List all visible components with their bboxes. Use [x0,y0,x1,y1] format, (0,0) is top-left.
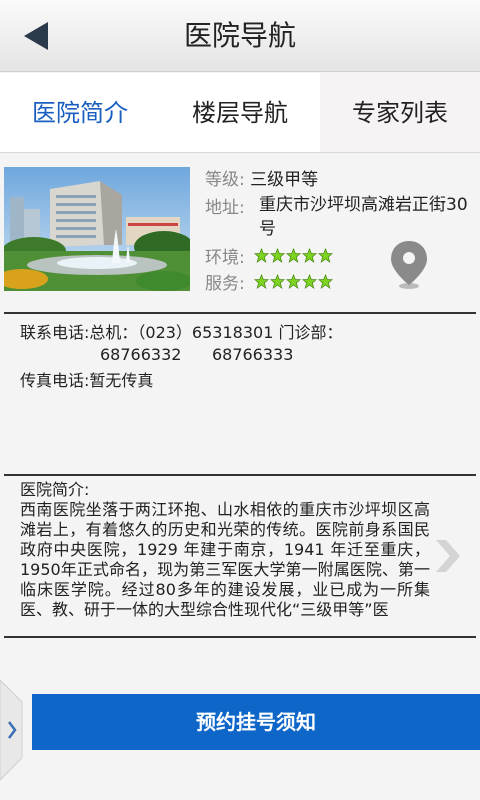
phone-line: 联系电话:总机：（023）65318301 门诊部： [20,323,343,342]
divider [4,312,476,314]
map-pin-icon[interactable] [388,239,430,291]
chevron-right-icon[interactable] [432,536,462,576]
environment-row: 环境: [205,243,334,268]
service-rating [254,273,334,294]
level-value: 三级甲等 [250,170,319,190]
hospital-photo [4,167,190,291]
star-icon [302,273,318,290]
star-icon [254,273,270,290]
star-icon [318,247,334,264]
divider [4,636,476,638]
phone-numbers: 68766332 68766333 [100,345,294,364]
tab-hospital-intro[interactable]: 医院简介 [0,73,160,152]
intro-heading: 医院简介: [20,480,90,499]
divider [4,474,476,476]
star-icon [286,247,302,264]
address-label: 地址: [205,193,245,218]
booking-notice-button[interactable]: 预约挂号须知 [32,694,480,750]
star-icon [318,273,334,290]
service-label: 服务: [205,274,245,294]
title-bar: 医院导航 [0,0,480,72]
star-icon [286,273,302,290]
environment-rating [254,247,334,268]
environment-label: 环境: [205,248,245,268]
intro-text: 西南医院坐落于两江环抱、山水相依的重庆市沙坪坝区高滩岩上，有着悠久的历史和光荣的… [20,500,430,619]
fax-line: 传真电话:暂无传真 [20,371,154,390]
level-label: 等级: [205,170,245,190]
address-value: 重庆市沙坪坝高滩岩正街30号 [259,195,468,239]
level-row: 等级: 三级甲等 [205,165,318,190]
tab-bar: 医院简介 楼层导航 专家列表 [0,73,480,153]
drawer-handle[interactable] [0,679,30,781]
service-row: 服务: [205,269,334,294]
star-icon [270,273,286,290]
contact-section: 联系电话:总机：（023）65318301 门诊部： 68766332 6876… [20,322,460,392]
star-icon [270,247,286,264]
hospital-info: 等级: 三级甲等 地址: 重庆市沙坪坝高滩岩正街30号 环境: 服务: [0,153,480,313]
tab-expert-list[interactable]: 专家列表 [320,73,480,152]
address-label-text: 地址: [205,198,245,218]
star-icon [302,247,318,264]
page-title: 医院导航 [183,19,296,52]
intro-section: 医院简介: 西南医院坐落于两江环抱、山水相依的重庆市沙坪坝区高滩岩上，有着悠久的… [20,480,430,635]
tab-floor-navigation[interactable]: 楼层导航 [160,73,320,152]
star-icon [254,247,270,264]
